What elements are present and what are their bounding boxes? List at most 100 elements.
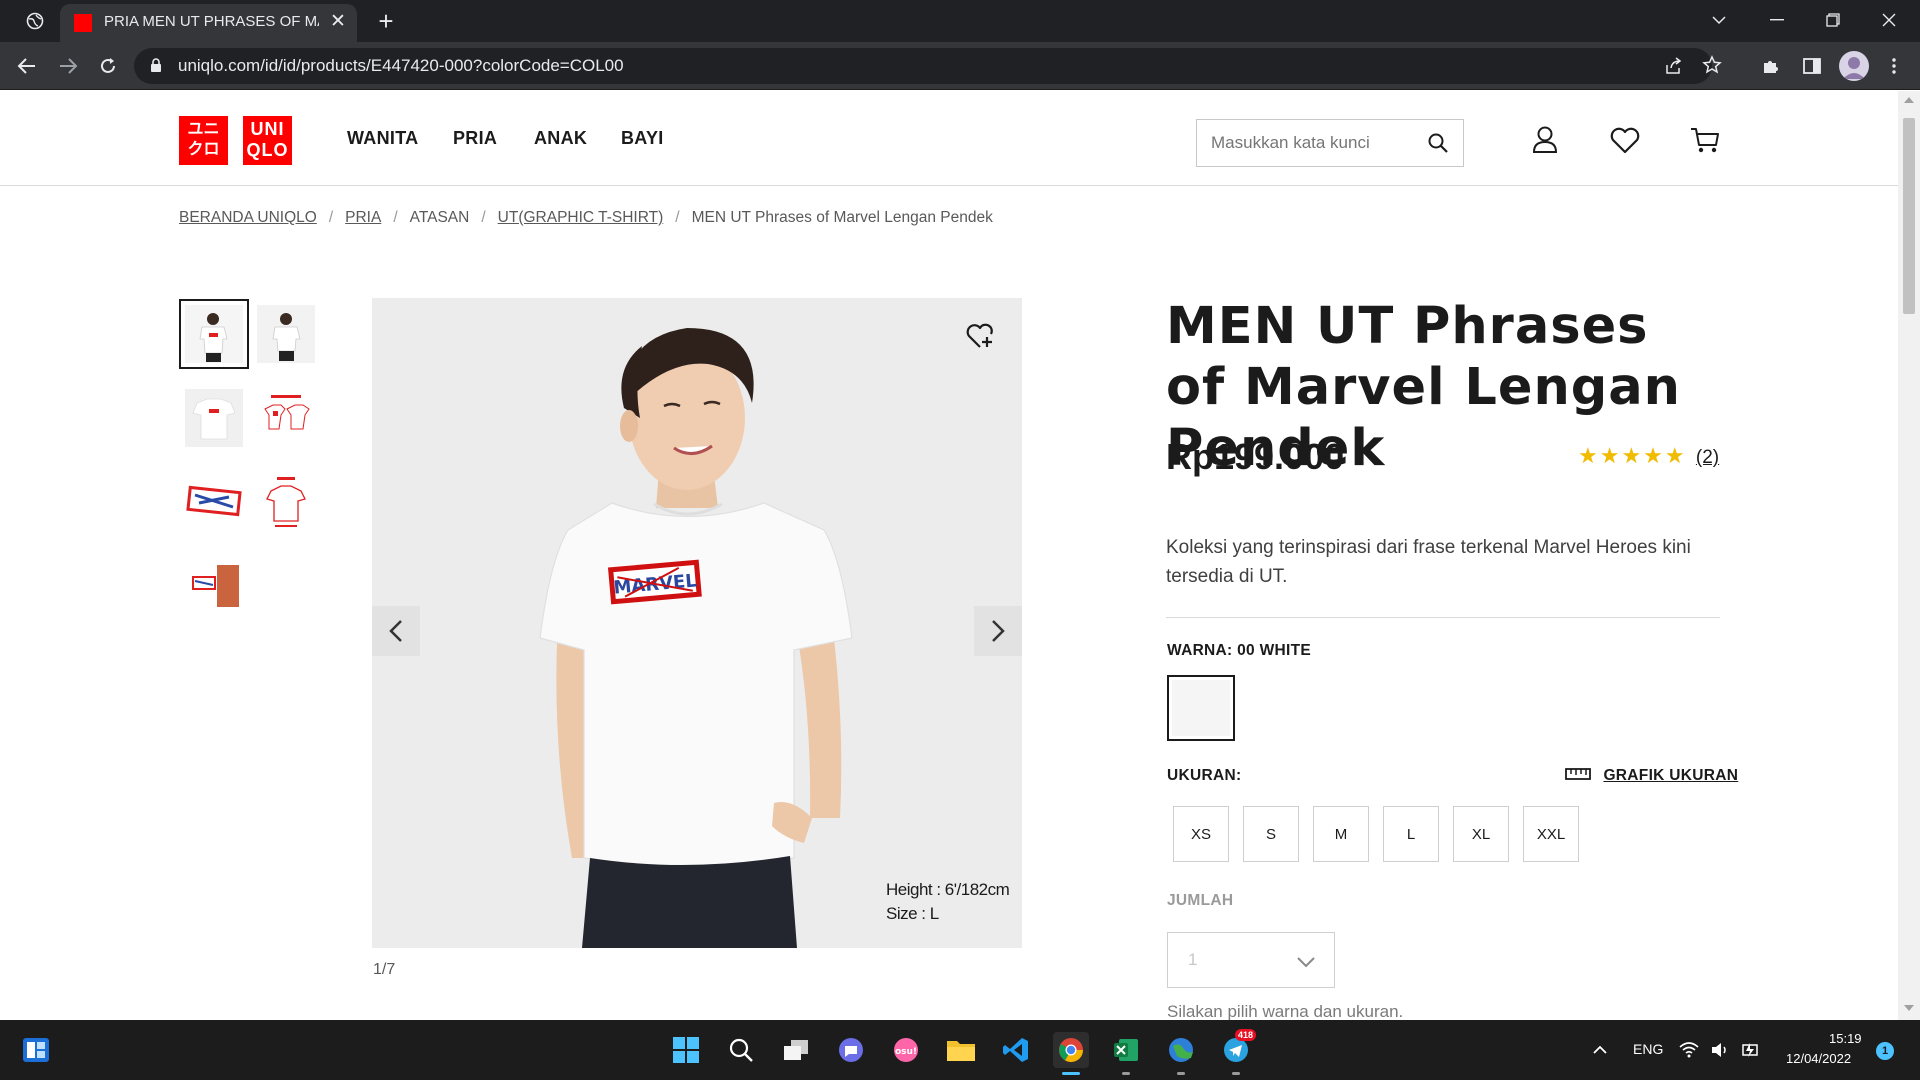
earth-running-indicator <box>1177 1072 1185 1075</box>
breadcrumb-ut[interactable]: UT(GRAPHIC T-SHIRT) <box>498 209 664 226</box>
quantity-label: JUMLAH <box>1167 892 1234 909</box>
divider <box>1166 617 1720 618</box>
breadcrumb-atasan: ATASAN <box>409 209 470 226</box>
thumbnail-7[interactable] <box>185 557 243 615</box>
tab-title: PRIA MEN UT PHRASES OF MAR <box>104 13 319 30</box>
wifi-icon[interactable] <box>1678 1032 1700 1068</box>
language-indicator[interactable]: ENG <box>1633 1041 1663 1057</box>
battery-charging-icon[interactable] <box>1738 1032 1762 1068</box>
nav-pria[interactable]: PRIA <box>453 128 497 149</box>
uniqlo-logo[interactable]: ユニ クロ UNI QLO <box>179 116 292 165</box>
thumbnail-4[interactable] <box>257 389 315 447</box>
browser-tab-active[interactable]: PRIA MEN UT PHRASES OF MAR ✕ <box>60 4 357 42</box>
size-m-button[interactable]: M <box>1313 806 1369 862</box>
search-taskbar-icon[interactable] <box>723 1032 759 1068</box>
close-tab-icon[interactable]: ✕ <box>330 10 346 33</box>
breadcrumb-pria[interactable]: PRIA <box>345 209 381 226</box>
share-icon[interactable] <box>1664 56 1684 81</box>
reload-icon[interactable] <box>94 52 122 80</box>
breadcrumb-separator: / <box>481 209 486 226</box>
thumbnail-5[interactable] <box>185 473 243 531</box>
lock-icon[interactable] <box>150 58 162 78</box>
osu-app-icon[interactable]: osu! <box>888 1032 924 1068</box>
breadcrumb-separator: / <box>675 209 680 226</box>
restore-icon[interactable] <box>1819 6 1847 34</box>
site-header: ユニ クロ UNI QLO WANITA PRIA ANAK BAYI <box>0 91 1898 186</box>
svg-text:osu!: osu! <box>895 1047 917 1057</box>
color-swatch-white[interactable] <box>1167 675 1235 741</box>
size-chart-link[interactable]: GRAFIK UKURAN <box>1565 767 1738 785</box>
bookmark-star-icon[interactable] <box>1702 55 1722 80</box>
swatch-fill <box>1172 680 1230 736</box>
nav-wanita[interactable]: WANITA <box>347 128 418 149</box>
wishlist-heart-icon[interactable] <box>1606 121 1644 159</box>
breadcrumb-home[interactable]: BERANDA UNIQLO <box>179 209 317 226</box>
size-xl-button[interactable]: XL <box>1453 806 1509 862</box>
vscode-icon[interactable] <box>998 1032 1034 1068</box>
add-to-wishlist-heart-icon[interactable] <box>966 322 996 355</box>
task-view-icon[interactable] <box>778 1032 814 1068</box>
chevron-down-icon <box>1296 955 1316 973</box>
search-icon[interactable] <box>1427 132 1449 159</box>
uniqlo-logo-katakana: ユニ クロ <box>179 116 228 165</box>
size-label: UKURAN: <box>1167 767 1242 784</box>
excel-icon[interactable] <box>1108 1032 1144 1068</box>
product-description: Koleksi yang terinspirasi dari frase ter… <box>1166 537 1691 587</box>
start-windows-icon[interactable] <box>668 1032 704 1068</box>
forward-arrow-icon[interactable] <box>54 52 82 80</box>
chrome-taskbar-icon[interactable] <box>1053 1032 1089 1068</box>
widgets-icon[interactable] <box>18 1032 54 1068</box>
size-xxl-button[interactable]: XXL <box>1523 806 1579 862</box>
thumbnail-1[interactable] <box>179 299 249 369</box>
extensions-puzzle-icon[interactable] <box>1757 52 1785 80</box>
scrollbar-thumb[interactable] <box>1903 118 1915 314</box>
rating-count[interactable]: (2) <box>1696 447 1719 468</box>
teams-chat-icon[interactable] <box>833 1032 869 1068</box>
product-rating[interactable]: ★★★★★ (2) <box>1578 443 1719 469</box>
size-chart-label[interactable]: GRAFIK UKURAN <box>1603 767 1738 784</box>
chrome-menu-icon[interactable] <box>1880 52 1908 80</box>
search-input[interactable] <box>1211 131 1411 155</box>
back-arrow-icon[interactable] <box>13 52 41 80</box>
address-bar[interactable]: uniqlo.com/id/id/products/E447420-000?co… <box>134 48 1722 84</box>
quantity-select[interactable]: 1 <box>1167 932 1335 988</box>
excel-running-indicator <box>1122 1072 1130 1075</box>
minimize-icon[interactable] <box>1763 6 1791 34</box>
shirt-marvel-graphic: MARVEL <box>607 559 702 605</box>
show-hidden-icons-chevron-icon[interactable] <box>1582 1032 1618 1068</box>
clock-time[interactable]: 15:19 <box>1829 1031 1862 1046</box>
page-scrollbar[interactable] <box>1898 91 1920 1020</box>
profile-avatar-icon[interactable] <box>1839 51 1869 81</box>
search-box[interactable] <box>1196 119 1464 167</box>
model-illustration: MARVEL <box>539 328 853 948</box>
size-xs-button[interactable]: XS <box>1173 806 1229 862</box>
nav-bayi[interactable]: BAYI <box>621 128 664 149</box>
nav-anak[interactable]: ANAK <box>534 128 587 149</box>
prev-image-button[interactable] <box>372 606 420 656</box>
thumbnail-2[interactable] <box>257 305 315 363</box>
globe-icon[interactable] <box>21 7 49 35</box>
close-window-icon[interactable] <box>1875 6 1903 34</box>
scroll-down-arrow-icon[interactable] <box>1904 1005 1914 1011</box>
size-s-button[interactable]: S <box>1243 806 1299 862</box>
main-product-image[interactable]: MARVEL Height : 6'/182cm Size : L <box>372 298 1022 948</box>
account-icon[interactable] <box>1526 121 1564 159</box>
breadcrumb-separator: / <box>328 209 334 226</box>
next-image-button[interactable] <box>974 606 1022 656</box>
side-panel-icon[interactable] <box>1798 52 1826 80</box>
notification-badge[interactable]: 1 <box>1876 1042 1894 1060</box>
clock-date[interactable]: 12/04/2022 <box>1786 1051 1851 1066</box>
tab-search-chevron-icon[interactable] <box>1705 6 1733 34</box>
color-label: WARNA: 00 WHITE <box>1167 642 1311 659</box>
volume-icon[interactable] <box>1709 1032 1731 1068</box>
file-explorer-icon[interactable] <box>943 1032 979 1068</box>
cart-icon[interactable] <box>1686 121 1724 159</box>
thumbnail-3[interactable] <box>185 389 243 447</box>
new-tab-icon[interactable]: + <box>372 6 400 36</box>
size-l-button[interactable]: L <box>1383 806 1439 862</box>
earth-app-icon[interactable] <box>1163 1032 1199 1068</box>
browser-tab-bar: PRIA MEN UT PHRASES OF MAR ✕ + <box>0 0 1920 42</box>
url-text[interactable]: uniqlo.com/id/id/products/E447420-000?co… <box>178 56 624 76</box>
scroll-up-arrow-icon[interactable] <box>1904 97 1914 103</box>
thumbnail-6[interactable] <box>257 473 315 531</box>
